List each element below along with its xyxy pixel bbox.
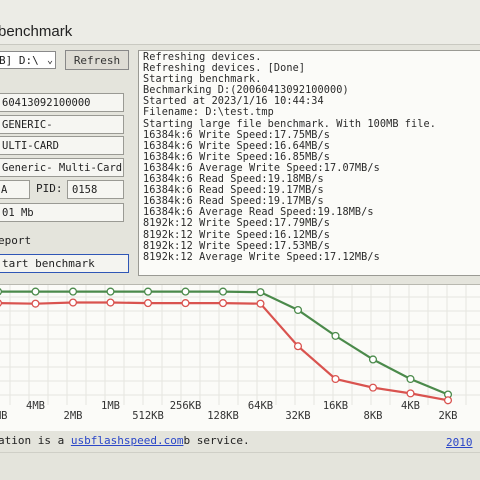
x-tick-label: 2MB: [64, 410, 83, 422]
data-point: [256, 288, 265, 297]
log-line: Starting large file benchmark. With 100M…: [143, 118, 436, 130]
log-line: 16384k:6 Read Speed:19.18MB/s: [143, 174, 324, 186]
x-tick-label: 1MB: [101, 400, 120, 412]
data-point: [0, 299, 3, 307]
log-line: Filename: D:\test.tmp: [143, 107, 274, 119]
log-line: 16384k:6 Read Speed:19.17MB/s: [143, 185, 324, 197]
x-tick-label: 128KB: [207, 410, 239, 422]
log-line: 8192k:12 Write Speed:17.53MB/s: [143, 240, 331, 252]
footer-prefix: ation is a: [0, 434, 71, 447]
data-point: [106, 298, 115, 307]
x-tick-label: 8KB: [364, 410, 383, 422]
report-checkbox-label[interactable]: eport: [0, 234, 31, 247]
year-link[interactable]: 2010: [446, 436, 473, 449]
serial-field: 60413092100000: [0, 93, 124, 112]
title-bar: benchmark: [0, 0, 480, 45]
data-point: [218, 299, 228, 308]
log-line: 16384k:6 Average Write Speed:17.07MB/s: [143, 162, 380, 174]
x-tick-label: 2KB: [439, 410, 458, 422]
x-tick-label: 512KB: [132, 410, 164, 422]
data-point: [406, 389, 415, 398]
log-panel: Refreshing devices. Refreshing devices. […: [138, 50, 480, 276]
data-point: [368, 355, 378, 364]
data-point: [143, 299, 153, 308]
data-point: [31, 299, 40, 308]
data-point: [143, 287, 153, 296]
size-field: 01 Mb: [0, 203, 124, 222]
data-point: [68, 298, 78, 307]
footer-suffix: b service.: [183, 434, 250, 447]
data-point: [68, 287, 78, 296]
data-point: [443, 396, 453, 405]
footer-divider: [0, 452, 480, 453]
description-field: Generic- Multi-Card: [0, 158, 124, 177]
log-line: Started at 2023/1/16 10:44:34: [143, 96, 324, 108]
log-line: 8192k:12 Write Speed:17.79MB/s: [143, 218, 331, 230]
x-tick-label: 8MB: [0, 410, 7, 422]
log-line: 8192k:12 Write Speed:16.12MB/s: [143, 229, 331, 241]
log-line: 16384k:6 Average Read Speed:19.18MB/s: [143, 207, 374, 219]
start-benchmark-button[interactable]: tart benchmark: [0, 254, 129, 273]
log-line: 16384k:6 Write Speed:17.75MB/s: [143, 129, 331, 141]
refresh-button[interactable]: Refresh: [65, 50, 129, 70]
vid-field: A: [0, 180, 30, 199]
log-line: 8192k:12 Average Write Speed:17.12MB/s: [143, 251, 380, 263]
log-line: 16384k:6 Write Speed:16.85MB/s: [143, 151, 331, 163]
data-point: [368, 383, 378, 392]
drive-select-value: B] D:\: [0, 54, 39, 67]
data-point: [218, 287, 228, 296]
vendor-field: GENERIC-: [0, 115, 124, 134]
data-point: [181, 287, 190, 296]
data-point: [406, 374, 415, 384]
x-tick-label: 4KB: [401, 400, 420, 412]
data-point: [0, 288, 3, 296]
speed-chart-svg: 8MB 4MB 2MB 1MB 512KB 256KB 128KB 64KB 32KB 16KB 8…: [0, 285, 480, 422]
x-tick-label: 16KB: [323, 400, 348, 412]
log-line: Bechmarking D:(20060413092100000): [143, 85, 349, 97]
x-tick-label: 32KB: [285, 410, 310, 422]
data-point: [256, 299, 265, 308]
data-point: [106, 287, 115, 296]
speed-chart: 8MB 4MB 2MB 1MB 512KB 256KB 128KB 64KB 32KB 16KB 8…: [0, 284, 480, 431]
footer-text: ation is a usbflashspeed.comb service.: [0, 434, 250, 447]
pid-label: PID:: [36, 182, 63, 195]
x-tick-label: 4MB: [26, 400, 45, 412]
data-point: [181, 299, 190, 308]
log-line: Starting benchmark.: [143, 74, 262, 86]
log-line: 16384k:6 Write Speed:16.64MB/s: [143, 140, 331, 152]
x-tick-label: 256KB: [170, 400, 202, 412]
footer-link[interactable]: usbflashspeed.com: [71, 434, 184, 447]
data-point: [293, 342, 303, 351]
x-tick-label: 64KB: [248, 400, 273, 412]
window-title: benchmark: [0, 23, 73, 40]
pid-field: 0158: [67, 180, 124, 199]
data-point: [293, 305, 303, 315]
data-point: [31, 287, 40, 296]
log-line: Refreshing devices. [Done]: [143, 63, 306, 75]
drive-select[interactable]: B] D:\ ⌄: [0, 51, 56, 69]
product-field: ULTI-CARD: [0, 136, 124, 155]
log-line: Refreshing devices.: [143, 52, 262, 63]
log-line: 16384k:6 Read Speed:19.17MB/s: [143, 196, 324, 208]
data-point: [331, 331, 340, 340]
chevron-down-icon: ⌄: [46, 55, 53, 66]
data-point: [331, 374, 340, 384]
